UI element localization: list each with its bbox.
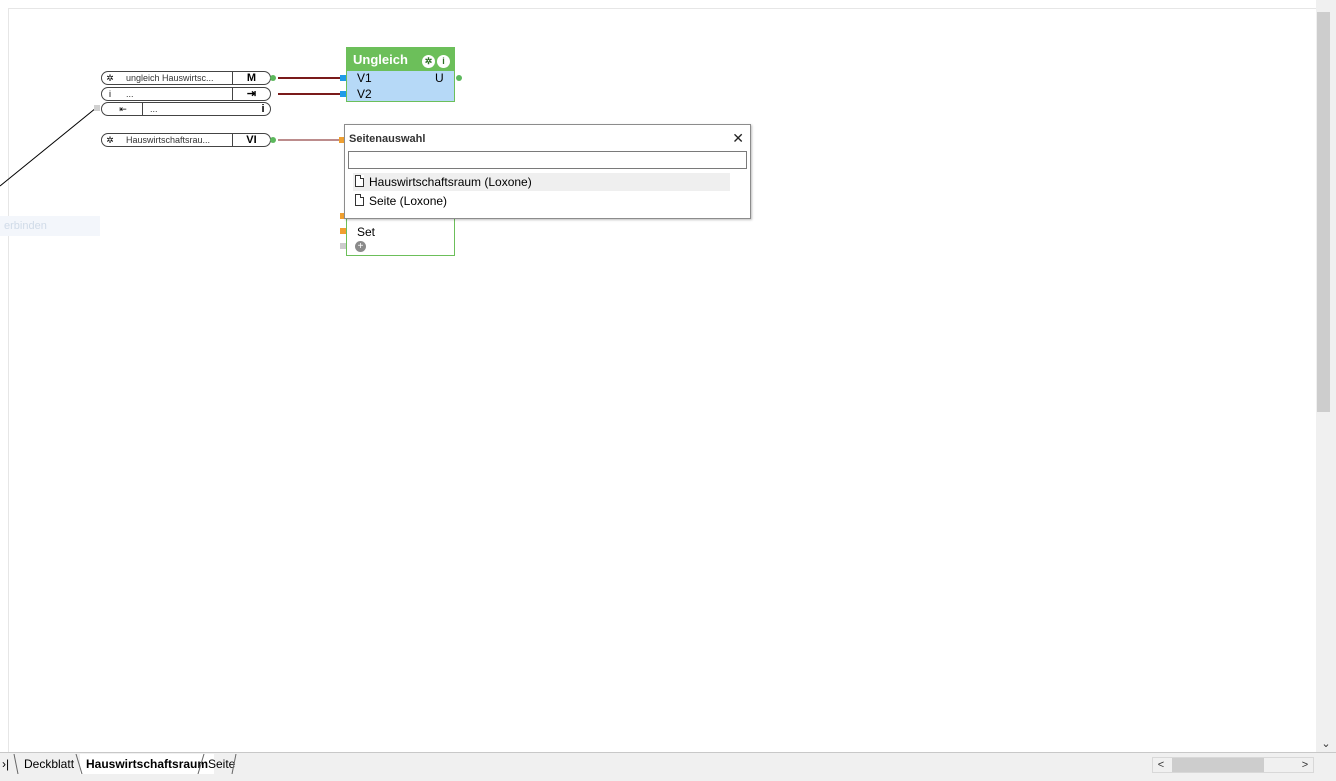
close-icon[interactable]: ✕ (732, 130, 744, 147)
input-label-set: Set (357, 225, 376, 239)
page-icon (355, 194, 364, 206)
input-block-name: ... (150, 104, 158, 114)
input-type-label: M (246, 72, 257, 84)
input-block-name: Hauswirtschaftsrau... (126, 135, 211, 145)
page-item-seite[interactable]: Seite (Loxone) (353, 192, 730, 210)
page-item-hauswirtschaftsraum[interactable]: Hauswirtschaftsraum (Loxone) (353, 173, 730, 191)
drag-handle (94, 105, 100, 111)
input-label-v1: V1 (357, 71, 372, 85)
input-block-2[interactable]: i ... ⇥ (101, 87, 271, 101)
logic-block-ungleich[interactable]: Ungleich ✲ i V1 V2 U (346, 47, 455, 102)
add-input-icon[interactable]: + (355, 241, 366, 252)
page-item-label: Hauswirtschaftsraum (Loxone) (369, 175, 532, 189)
exit-icon: ⇥ (246, 88, 257, 100)
page-icon (355, 175, 364, 187)
input-type-label: VI (246, 134, 257, 146)
input-block-name: ungleich Hauswirtsc... (126, 73, 214, 83)
output-port[interactable] (270, 137, 276, 143)
input-port-v2[interactable] (340, 91, 346, 97)
input-block-ungleich[interactable]: ✲ ungleich Hauswirtsc... M (101, 71, 276, 85)
input-port-set[interactable] (340, 228, 346, 234)
output-port-u[interactable] (456, 75, 462, 81)
horizontal-scroll-thumb[interactable] (1172, 758, 1264, 772)
popup-title: Seitenauswahl (349, 133, 426, 145)
search-input[interactable] (348, 151, 747, 169)
scroll-right-icon[interactable]: > (1298, 757, 1312, 773)
tab-separators (13, 754, 237, 774)
page-item-label: Seite (Loxone) (369, 194, 448, 208)
output-label-u: U (435, 71, 444, 85)
gear-icon[interactable]: ✲ (105, 73, 115, 83)
input-block-name: ... (126, 89, 134, 99)
info-icon[interactable]: i (256, 103, 270, 115)
scroll-left-icon[interactable]: < (1154, 757, 1168, 773)
page-selection-popup: Seitenauswahl ✕ Hauswirtschaftsraum (Lox… (344, 124, 751, 219)
input-port-disabled (340, 243, 346, 249)
input-label-v2: V2 (357, 87, 372, 101)
output-port[interactable] (270, 75, 276, 81)
info-icon[interactable]: i (105, 89, 115, 99)
input-block-hauswirtschaftsraum[interactable]: ✲ Hauswirtschaftsrau... VI (101, 133, 276, 147)
gear-icon[interactable]: ✲ (422, 55, 435, 68)
vertical-scroll-thumb[interactable] (1317, 12, 1330, 412)
info-icon[interactable]: i (437, 55, 450, 68)
scroll-down-icon[interactable]: ⌄ (1316, 736, 1336, 752)
input-block-3[interactable]: ⇤ ... i (101, 102, 271, 116)
enter-icon[interactable]: ⇤ (114, 104, 132, 114)
input-port-v1[interactable] (340, 75, 346, 81)
diagonal-connector (0, 107, 97, 187)
gear-icon[interactable]: ✲ (105, 135, 115, 145)
